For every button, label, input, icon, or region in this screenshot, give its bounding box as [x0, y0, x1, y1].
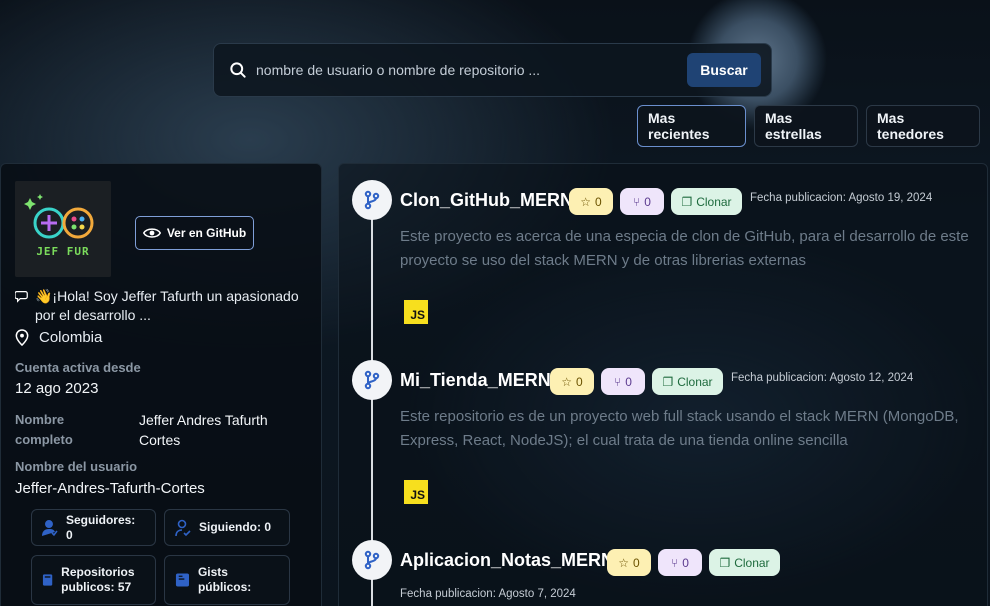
gamepad-logo-icon — [15, 181, 111, 277]
active-since-value: 12 ago 2023 — [15, 380, 99, 397]
publish-date: Fecha publicacion: Agosto 7, 2024 — [400, 588, 576, 600]
view-on-github-button[interactable]: Ver en GitHub — [135, 216, 254, 250]
repo-description: Este repositorio es de un proyecto web f… — [400, 408, 959, 449]
full-name-label: Nombre completo — [15, 412, 73, 447]
clone-label: Clonar — [696, 194, 732, 209]
following-text: Siguiendo: 0 — [199, 520, 271, 534]
publish-date: Fecha publicacion: Agosto 12, 2024 — [731, 372, 914, 384]
clone-button[interactable]: ❐ Clonar — [671, 188, 742, 215]
clone-button[interactable]: ❐ Clonar — [652, 368, 723, 395]
repo-name[interactable]: Mi_Tienda_MERN — [400, 370, 551, 391]
javascript-language-icon: JS — [404, 300, 428, 324]
fork-count-badge: ⑂ 0 — [620, 188, 664, 215]
repo-name[interactable]: Aplicacion_Notas_MERN — [400, 550, 614, 571]
followers-stat: Seguidores: 0 — [31, 509, 156, 546]
javascript-language-icon: JS — [404, 480, 428, 504]
copy-icon: ❐ — [662, 374, 674, 389]
username-value: Jeffer-Andres-Tafurth-Cortes — [15, 480, 205, 497]
bio-text: 👋¡Hola! Soy Jeffer Tafurth un apasionado… — [35, 288, 299, 323]
tab-most-recent[interactable]: Mas recientes — [637, 105, 746, 147]
tab-most-stars[interactable]: Mas estrellas — [754, 105, 858, 147]
public-repos-text: Repositorios publicos: 57 — [61, 565, 135, 594]
following-stat: Siguiendo: 0 — [164, 509, 290, 546]
repo-branch-icon — [352, 540, 392, 580]
fork-icon: ⑂ — [614, 374, 622, 389]
fork-icon: ⑂ — [633, 194, 641, 209]
star-count-badge: ☆ 0 — [550, 368, 594, 395]
username-label: Nombre del usuario — [15, 459, 138, 474]
active-since-label: Cuenta activa desde — [15, 360, 141, 375]
clone-label: Clonar — [677, 374, 713, 389]
clone-label: Clonar — [734, 555, 770, 570]
star-count-badge: ☆ 0 — [569, 188, 613, 215]
public-repos-stat: Repositorios publicos: 57 — [31, 555, 156, 605]
avatar-text: JEF FUR — [36, 245, 90, 258]
search-bar: Buscar — [213, 43, 772, 97]
location-text: Colombia — [39, 329, 103, 346]
search-icon — [230, 62, 246, 78]
search-button[interactable]: Buscar — [687, 53, 761, 87]
public-gists-text: Gists públicos: — [197, 565, 252, 594]
search-input[interactable] — [256, 62, 687, 78]
view-on-github-label: Ver en GitHub — [166, 226, 247, 240]
location: Colombia — [15, 329, 102, 346]
star-count: 0 — [576, 374, 583, 389]
fork-icon: ⑂ — [671, 555, 679, 570]
user-check-outline-icon — [175, 519, 191, 536]
publish-date: Fecha publicacion: Agosto 19, 2024 — [750, 192, 933, 204]
star-count: 0 — [595, 194, 602, 209]
star-icon: ☆ — [580, 194, 592, 209]
eye-icon — [142, 228, 161, 238]
full-name-value: Jeffer Andres Tafurth Cortes — [139, 412, 268, 448]
fork-count-badge: ⑂ 0 — [658, 549, 702, 576]
followers-text: Seguidores: 0 — [65, 512, 136, 542]
repo-name[interactable]: Clon_GitHub_MERN — [400, 190, 573, 211]
star-count: 0 — [633, 555, 640, 570]
tab-most-forks[interactable]: Mas tenedores — [866, 105, 980, 147]
avatar: JEF FUR — [15, 181, 111, 277]
user-check-icon — [42, 519, 58, 536]
repo-branch-icon — [352, 180, 392, 220]
repo-description: Este proyecto es acerca de una especia d… — [400, 228, 969, 269]
sort-tabs: Mas recientes Mas estrellas Mas tenedore… — [637, 105, 980, 147]
map-pin-icon — [15, 329, 29, 346]
fork-count-badge: ⑂ 0 — [601, 368, 645, 395]
star-icon: ☆ — [561, 374, 573, 389]
profile-card: JEF FUR Ver en GitHub 👋¡Hola! Soy Jeffer… — [0, 163, 322, 606]
fork-count: 0 — [625, 374, 632, 389]
book-icon — [42, 574, 53, 586]
star-icon: ☆ — [618, 555, 630, 570]
book-open-icon — [175, 573, 190, 587]
star-count-badge: ☆ 0 — [607, 549, 651, 576]
fork-count: 0 — [682, 555, 689, 570]
copy-icon: ❐ — [719, 555, 731, 570]
fork-count: 0 — [644, 194, 651, 209]
copy-icon: ❐ — [681, 194, 693, 209]
speech-bubble-icon — [15, 291, 28, 303]
clone-button[interactable]: ❐ Clonar — [709, 549, 780, 576]
bio: 👋¡Hola! Soy Jeffer Tafurth un apasionado… — [15, 287, 305, 325]
public-gists-stat: Gists públicos: — [164, 555, 290, 605]
repo-branch-icon — [352, 360, 392, 400]
